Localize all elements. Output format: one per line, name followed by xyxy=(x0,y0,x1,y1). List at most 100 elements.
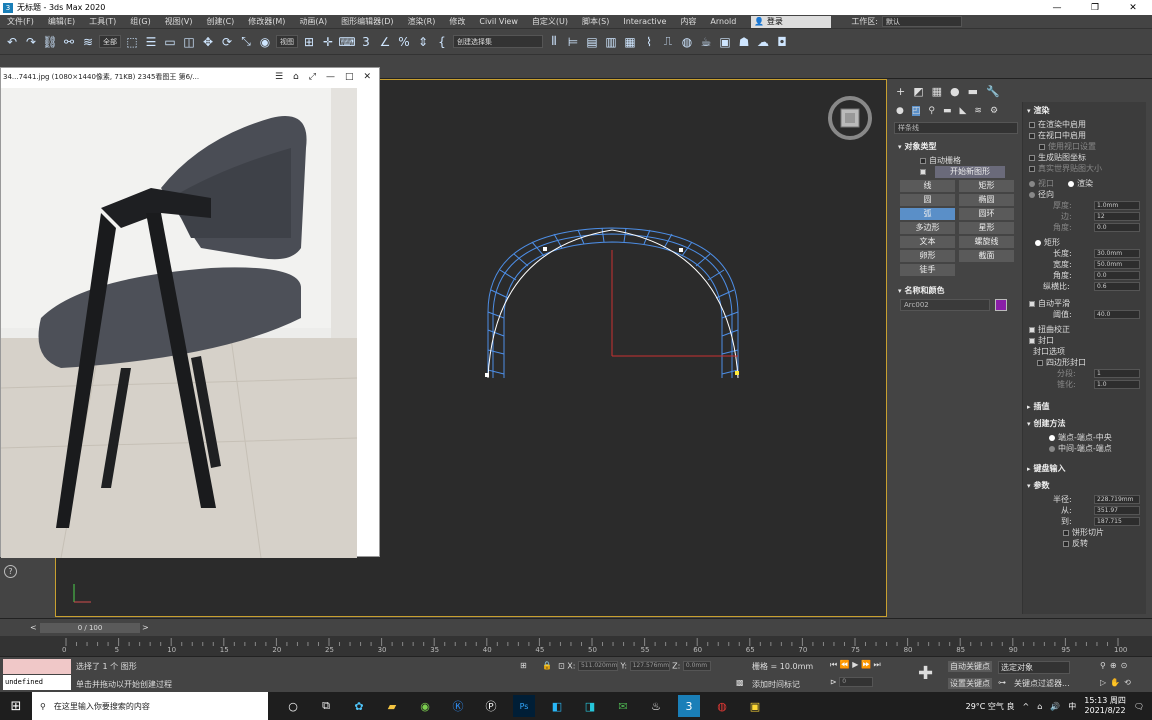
subdiv-spinner[interactable]: 1 xyxy=(1094,369,1140,378)
key-filters-icon[interactable]: ⊶ xyxy=(998,678,1006,687)
snaps-toggle-icon[interactable]: 3 xyxy=(358,34,374,50)
object-name-field[interactable]: Arc002 xyxy=(900,299,990,311)
move-icon[interactable]: ✥ xyxy=(200,34,216,50)
menu-file[interactable]: 文件(F) xyxy=(0,16,41,27)
app-yellow-icon[interactable]: ▣ xyxy=(744,695,766,717)
named-selection-dropdown[interactable]: 创建选择集 xyxy=(453,35,543,48)
menu-edit[interactable]: 编辑(E) xyxy=(41,16,82,27)
menu-scripting[interactable]: 脚本(S) xyxy=(575,16,616,27)
auto-grid-row[interactable]: 自动栅格 xyxy=(894,155,1020,166)
generate-mapping-row[interactable]: 生成贴图坐标 xyxy=(1023,152,1146,163)
network-icon[interactable]: ⌂ xyxy=(1037,702,1042,711)
place-icon[interactable]: ◉ xyxy=(257,34,273,50)
ngon-button[interactable]: 多边形 xyxy=(900,222,955,234)
from-spinner[interactable]: 351.97 xyxy=(1094,506,1140,515)
image-viewer-window[interactable]: 34...7441.jpg (1080×1440像素, 71KB) 2345看图… xyxy=(0,67,380,558)
edit-named-selection-icon[interactable]: { xyxy=(434,34,450,50)
aspect-spinner[interactable]: 0.6 xyxy=(1094,282,1140,291)
edge-icon[interactable]: ✿ xyxy=(348,695,370,717)
windows-start-icon[interactable]: ⊞ xyxy=(0,692,32,720)
section-button[interactable]: 截面 xyxy=(959,250,1014,262)
menu-animation[interactable]: 动画(A) xyxy=(292,16,334,27)
viewer-close-button[interactable]: ✕ xyxy=(363,72,371,82)
goto-start-icon[interactable]: ⏮ xyxy=(830,660,837,669)
creation-method-header[interactable]: 创建方法 xyxy=(1023,415,1146,432)
donut-button[interactable]: 圆环 xyxy=(959,208,1014,220)
app-flame-icon[interactable]: ♨ xyxy=(645,695,667,717)
center-end-end-radio[interactable] xyxy=(1049,445,1055,452)
helix-button[interactable]: 螺旋线 xyxy=(959,236,1014,248)
maximize-button[interactable]: ❐ xyxy=(1076,3,1114,13)
object-color-swatch[interactable] xyxy=(995,299,1007,311)
rectangle-button[interactable]: 矩形 xyxy=(959,180,1014,192)
rotate-icon[interactable]: ⟳ xyxy=(219,34,235,50)
threshold-spinner[interactable]: 40.0 xyxy=(1094,310,1140,319)
scale-icon[interactable]: ⤡ xyxy=(238,34,254,50)
rectangular-row[interactable]: 矩形 xyxy=(1023,237,1146,248)
app-teal-icon[interactable]: ◨ xyxy=(579,695,601,717)
set-key-button[interactable]: 设置关键点 xyxy=(948,678,992,689)
menu-tools[interactable]: 工具(T) xyxy=(82,16,123,27)
link-icon[interactable]: ⛓ xyxy=(42,34,58,50)
radial-radio[interactable] xyxy=(1029,191,1035,198)
display-tab-icon[interactable]: ▬ xyxy=(968,85,978,98)
fov-icon[interactable]: ▷ xyxy=(1100,678,1110,687)
menu-content[interactable]: 内容 xyxy=(673,16,703,27)
render-setup-icon[interactable]: ☕ xyxy=(698,34,714,50)
render-production-icon[interactable]: ☗ xyxy=(736,34,752,50)
3dsmax-icon[interactable]: 3 xyxy=(678,695,700,717)
task-view-icon[interactable]: ⧉ xyxy=(315,695,337,717)
ellipse-button[interactable]: 椭圆 xyxy=(959,194,1014,206)
rendering-header[interactable]: 渲染 xyxy=(1023,102,1146,119)
skin-icon[interactable]: ⌂ xyxy=(293,72,299,82)
text-button[interactable]: 文本 xyxy=(900,236,955,248)
egg-button[interactable]: 卵形 xyxy=(900,250,955,262)
auto-key-button[interactable]: 自动关键点 xyxy=(948,661,992,672)
cap-checkbox[interactable] xyxy=(1029,337,1035,344)
key-filters-button[interactable]: 关键点过滤器... xyxy=(1014,678,1070,689)
real-world-map-row[interactable]: 真实世界贴图大小 xyxy=(1023,163,1146,174)
viewport-radio[interactable] xyxy=(1029,180,1035,187)
p-app-icon[interactable]: Ⓟ xyxy=(480,695,502,717)
select-object-icon[interactable]: ⬚ xyxy=(124,34,140,50)
track-bar[interactable]: 0 5 10 15 20 25 30 35 40 45 50 55 60 65 70 75 80 85 90 95 10… xyxy=(0,636,1152,656)
angle-spinner[interactable]: 0.0 xyxy=(1094,223,1140,232)
key-mode-icon[interactable]: ⊳ xyxy=(830,678,837,687)
generate-mapping-checkbox[interactable] xyxy=(1029,154,1035,161)
center-end-end-row[interactable]: 中间-端点-端点 xyxy=(1023,443,1146,454)
next-frame-icon[interactable]: ⏩ xyxy=(861,660,871,669)
frame-field[interactable]: ⊳ 0 xyxy=(830,677,874,687)
zoom-all-icon[interactable]: ⊕ xyxy=(1110,661,1121,670)
maxscript-output[interactable]: undefined xyxy=(3,675,71,690)
parameters-header[interactable]: 参数 xyxy=(1023,477,1146,494)
rectangular-radio[interactable] xyxy=(1035,239,1041,246)
layer-explorer-icon[interactable]: ▥ xyxy=(603,34,619,50)
menu-interactive[interactable]: Interactive xyxy=(616,17,673,26)
time-tag-icon[interactable]: ▩ xyxy=(736,678,744,687)
schematic-view-icon[interactable]: ⎍ xyxy=(660,34,676,50)
end-end-middle-row[interactable]: 端点-端点-中央 xyxy=(1023,432,1146,443)
modify-tab-icon[interactable]: ◩ xyxy=(913,85,923,98)
auto-smooth-row[interactable]: 自动平滑 xyxy=(1023,298,1146,309)
time-slider[interactable]: < 0 / 100 > xyxy=(0,618,1152,636)
rect-selection-icon[interactable]: ▭ xyxy=(162,34,178,50)
app-blue-icon[interactable]: ◧ xyxy=(546,695,568,717)
angle-snap-icon[interactable]: ∠ xyxy=(377,34,393,50)
z-field[interactable]: 0.0mm xyxy=(682,661,711,671)
rendered-frame-icon[interactable]: ▣ xyxy=(717,34,733,50)
selection-filter-dropdown[interactable]: 全部 xyxy=(99,35,121,48)
menu-customize[interactable]: 自定义(U) xyxy=(525,16,575,27)
bind-space-warp-icon[interactable]: ≋ xyxy=(80,34,96,50)
end-end-middle-radio[interactable] xyxy=(1049,434,1055,441)
material-editor-icon[interactable]: ◍ xyxy=(679,34,695,50)
mirror-icon[interactable]: ⫴ xyxy=(546,34,562,50)
systems-icon[interactable]: ⚙ xyxy=(990,106,998,116)
select-by-name-icon[interactable]: ☰ xyxy=(143,34,159,50)
taper-spinner[interactable]: 1.0 xyxy=(1094,380,1140,389)
length-spinner[interactable]: 30.0mm xyxy=(1094,249,1140,258)
browser-icon[interactable]: ◉ xyxy=(414,695,436,717)
object-type-header[interactable]: 对象类型 xyxy=(894,138,1020,155)
reference-coord-dropdown[interactable]: 视图 xyxy=(276,35,298,48)
enable-in-renderer-checkbox[interactable] xyxy=(1029,121,1035,128)
start-new-shape-checkbox[interactable] xyxy=(920,168,926,175)
